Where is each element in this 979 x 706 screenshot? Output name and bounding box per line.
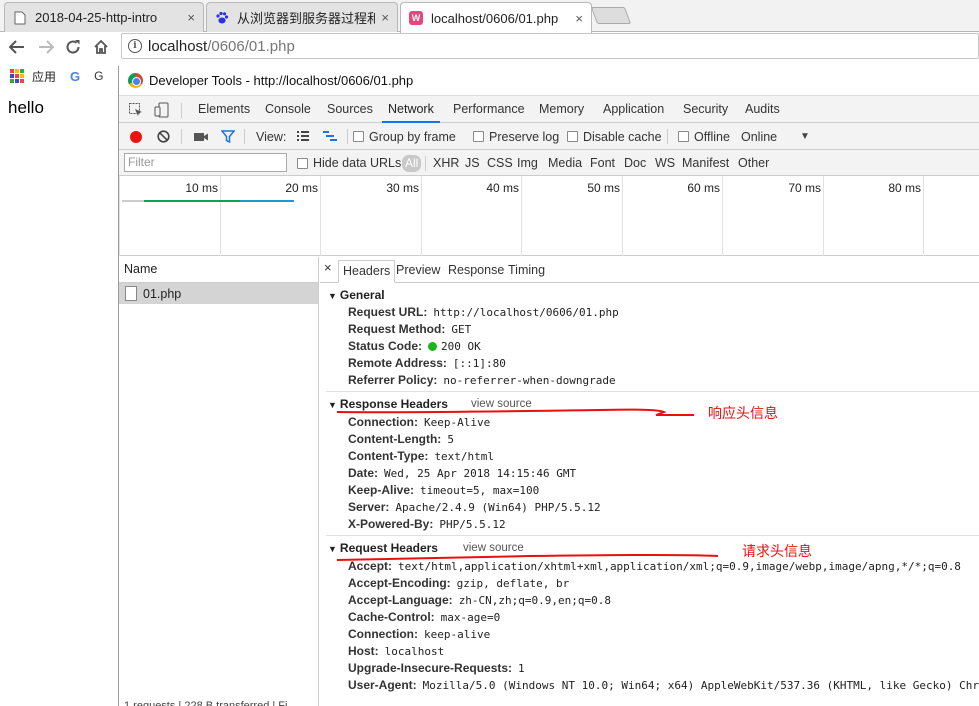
php-icon: W (409, 11, 423, 25)
annotation-request-headers: 请求头信息 (742, 543, 812, 559)
browser-tab-3-active[interactable]: W localhost/0606/01.php × (400, 2, 592, 33)
tab-close-icon[interactable]: × (575, 11, 583, 26)
annotation-underlines (336, 408, 719, 561)
browser-tab-title: localhost/0606/01.php (431, 10, 559, 26)
annotation-response-headers: 响应头信息 (708, 405, 778, 421)
